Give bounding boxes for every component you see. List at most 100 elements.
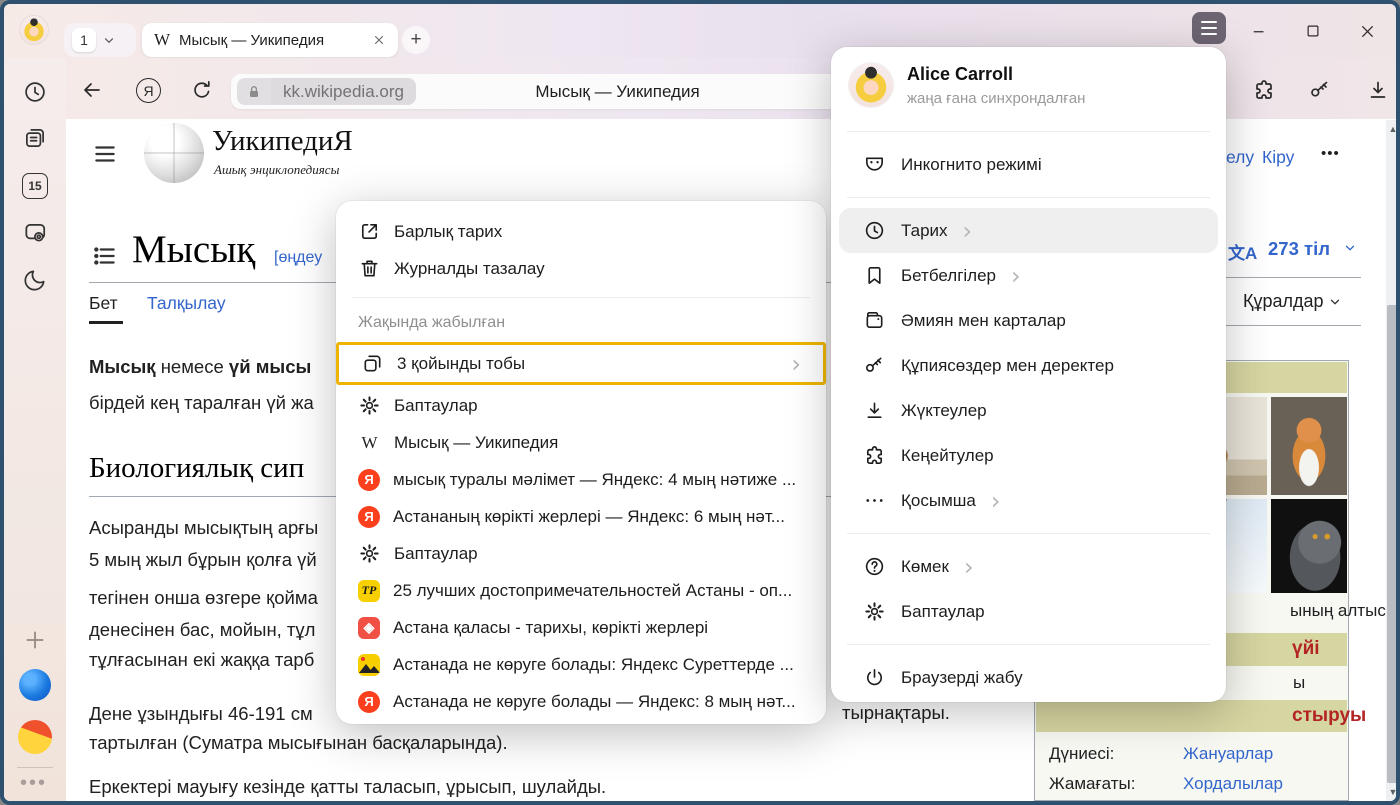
history-icon[interactable] <box>21 78 49 106</box>
menu-item-question[interactable]: Көмек › <box>839 544 1218 589</box>
lang-count[interactable]: 273 тіл <box>1268 238 1330 260</box>
menu-item-dots[interactable]: Қосымша› <box>839 478 1218 523</box>
menu-item-label: Баптаулар <box>394 544 804 564</box>
paragraph-line: Мысық немесе үй мысы <box>89 356 311 378</box>
scrollbar-thumb[interactable] <box>1387 305 1399 783</box>
calendar-icon[interactable]: 15 <box>21 172 49 200</box>
menu-item-label: Астананың көрікті жерлері — Яндекс: 6 мы… <box>393 507 804 527</box>
menu-item-wikipedia[interactable]: WМысық — Уикипедия <box>336 424 826 461</box>
menu-item-label: Тарих <box>901 221 948 241</box>
menu-item-label: Қосымша <box>901 491 976 511</box>
tab-count: 1 <box>72 28 96 52</box>
tab-talk[interactable]: Талқылау <box>147 293 226 314</box>
paragraph-line: 5 мың жыл бұрын қолға үй <box>89 549 317 571</box>
add-panel-icon[interactable] <box>21 626 49 654</box>
paragraph-line: денесінен бас, мойын, тұл <box>89 619 315 641</box>
section-heading: Биологиялық сип <box>89 452 304 485</box>
wikipedia-logo-globe[interactable] <box>144 123 204 183</box>
lang-rule <box>1226 277 1361 278</box>
yandex-mail-icon[interactable] <box>18 720 52 754</box>
downloads-icon[interactable] <box>1366 78 1392 104</box>
menu-item-gear[interactable]: Баптаулар <box>839 589 1218 634</box>
taxon-link[interactable]: Хордалылар <box>1183 774 1283 794</box>
domain-chip[interactable]: kk.wikipedia.org <box>271 78 416 105</box>
taxon-link[interactable]: Жануарлар <box>1183 744 1273 764</box>
tab-page[interactable]: Бет <box>89 293 118 314</box>
refresh-icon[interactable] <box>190 78 216 104</box>
menu-item-trash[interactable]: Журналды тазалау <box>336 250 826 287</box>
wiki-login-link[interactable]: Кіру <box>1262 147 1294 168</box>
wiki-sidebar-toggle-icon[interactable] <box>92 141 118 172</box>
menu-item-power[interactable]: Браузерді жабу <box>839 655 1218 700</box>
menu-item-label: Барлық тарих <box>394 222 804 242</box>
maximize-button[interactable] <box>1296 16 1330 46</box>
chevron-right-icon: › <box>791 352 801 376</box>
menu-item-download[interactable]: Жүктеулер <box>839 388 1218 433</box>
toc-icon[interactable] <box>92 243 118 274</box>
edit-link[interactable]: [өңдеу <box>274 249 322 267</box>
paragraph-line: Дене ұзындығы 46-191 см <box>89 703 313 725</box>
screenshot-icon[interactable] <box>21 219 49 247</box>
tools-label[interactable]: Құралдар <box>1243 291 1324 312</box>
menu-item-external-link[interactable]: Барлық тарих <box>336 213 826 250</box>
menu-item-wallet[interactable]: Әмиян мен карталар <box>839 298 1218 343</box>
profile-avatar[interactable] <box>20 16 48 44</box>
tab-page-underline <box>89 321 123 324</box>
extensions-icon[interactable] <box>1252 78 1278 104</box>
menu-item-yandex[interactable]: ЯАстанада не көруге болады — Яндекс: 8 м… <box>336 683 826 720</box>
tools-rule <box>1226 325 1361 326</box>
close-button[interactable] <box>1350 16 1384 46</box>
new-tab-button[interactable]: + <box>402 26 430 54</box>
notes-icon[interactable] <box>21 124 49 152</box>
chevron-right-icon: › <box>964 555 974 579</box>
alice-assistant-icon[interactable] <box>19 669 51 701</box>
wiki-logo-title[interactable]: УикипедиЯ <box>212 125 353 158</box>
taxon-label: Дүниесі: <box>1049 744 1183 764</box>
dark-mode-icon[interactable] <box>21 266 49 294</box>
menu-divider <box>847 197 1210 198</box>
sidebar-more-icon[interactable]: ••• <box>20 772 47 795</box>
wiki-logo-subtitle: Ашық энциклопедиясы <box>214 162 339 178</box>
menu-divider <box>847 533 1210 534</box>
menu-item-label: 3 қойынды тобы <box>397 354 778 374</box>
scroll-up-icon[interactable]: ▲ <box>1386 124 1400 134</box>
yandex-button[interactable]: Я <box>136 78 161 103</box>
paragraph-line: Еркектері мауығу кезінде қатты таласып, … <box>89 776 606 798</box>
menu-item-key[interactable]: Құпиясөздер мен деректер <box>839 343 1218 388</box>
active-tab[interactable]: W Мысық — Уикипедия <box>142 23 398 57</box>
menu-item-label: Көмек <box>901 557 949 577</box>
menu-item-label: Бетбелгілер <box>901 266 996 286</box>
close-tab-icon[interactable] <box>372 33 386 47</box>
menu-item-yandex[interactable]: Ямысық туралы мәлімет — Яндекс: 4 мың нә… <box>336 461 826 498</box>
menu-item-gear[interactable]: Баптаулар <box>336 387 826 424</box>
menu-item-clock[interactable]: Тарих› <box>839 208 1218 253</box>
menu-item-puzzle[interactable]: Кеңейтулер <box>839 433 1218 478</box>
menu-item-bookmark[interactable]: Бетбелгілер› <box>839 253 1218 298</box>
lang-chevron-icon[interactable] <box>1343 241 1357 260</box>
text-fragment: тырнақтары. <box>842 702 950 724</box>
menu-item-tripadvisor[interactable]: TP25 лучших достопримечательностей Астан… <box>336 572 826 609</box>
tools-chevron-icon[interactable] <box>1328 295 1342 314</box>
back-icon[interactable] <box>80 78 106 104</box>
menu-item-gear[interactable]: Баптаулар <box>336 535 826 572</box>
section-label: Жақында жабылған <box>336 308 826 340</box>
tab-title: Мысық — Уикипедия <box>179 32 363 49</box>
tab-group-pill[interactable]: 1 <box>64 23 136 57</box>
scrollbar[interactable]: ▲ ▼ <box>1386 120 1400 801</box>
wiki-signup-link[interactable]: елу <box>1226 147 1254 168</box>
menu-item-tab-group[interactable]: 3 қойынды тобы › <box>339 345 823 382</box>
taxon-label: Жамағаты: <box>1049 774 1183 794</box>
menu-item-incognito[interactable]: Инкогнито режимі <box>839 142 1218 187</box>
profile-header[interactable]: Alice Carroll жаңа ғана синхрондалған <box>831 61 1226 121</box>
minimize-button[interactable] <box>1242 16 1276 46</box>
lock-icon[interactable] <box>237 78 271 105</box>
wiki-more-icon[interactable]: ••• <box>1321 145 1340 162</box>
browser-menu-button[interactable] <box>1192 12 1226 44</box>
menu-item-yandex[interactable]: ЯАстананың көрікті жерлері — Яндекс: 6 м… <box>336 498 826 535</box>
passwords-icon[interactable] <box>1308 78 1334 104</box>
menu-item-travel[interactable]: ◈Астана қаласы - тарихы, көрікті жерлері <box>336 609 826 646</box>
menu-item-images[interactable]: Астанада не көруге болады: Яндекс Суретт… <box>336 646 826 683</box>
lang-icon[interactable]: 文A <box>1228 239 1257 264</box>
infobox-caption-fragment: ының алтысы <box>1290 601 1398 621</box>
scroll-down-icon[interactable]: ▼ <box>1386 787 1400 797</box>
